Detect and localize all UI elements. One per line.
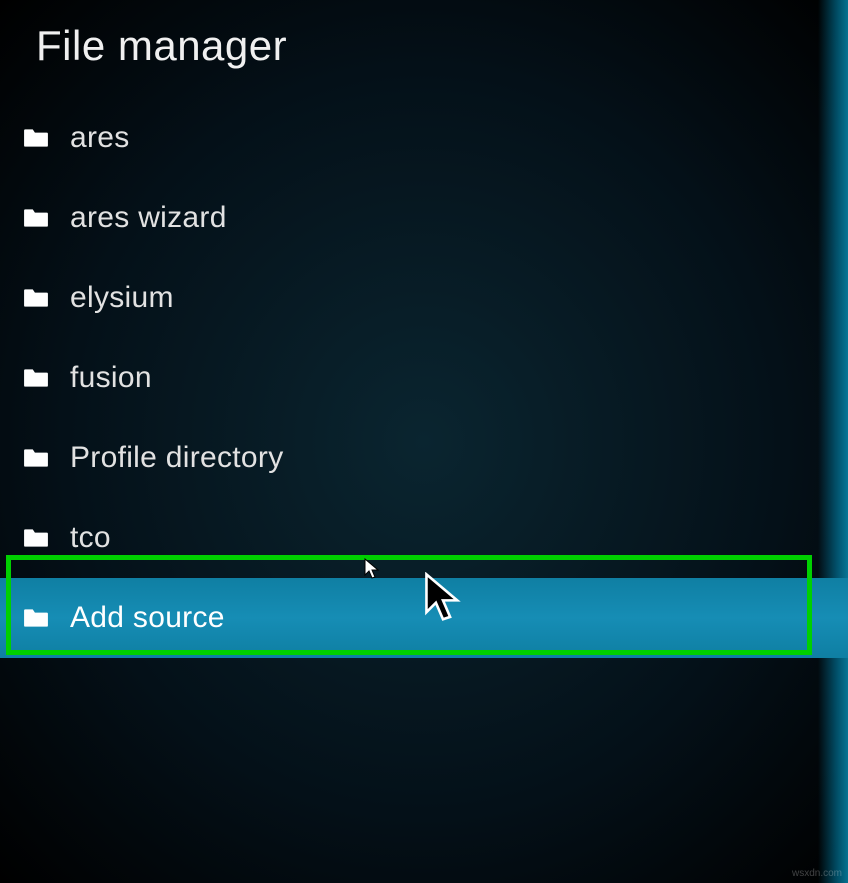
- list-item-tco[interactable]: tco: [0, 498, 848, 578]
- list-item-ares-wizard[interactable]: ares wizard: [0, 178, 848, 258]
- folder-icon: [22, 204, 50, 232]
- file-list: ares ares wizard elysium fusion Profile …: [0, 98, 848, 658]
- list-item-label: ares wizard: [70, 201, 227, 235]
- list-item-label: fusion: [70, 361, 152, 395]
- list-item-elysium[interactable]: elysium: [0, 258, 848, 338]
- watermark: wsxdn.com: [792, 868, 842, 879]
- list-item-label: ares: [70, 121, 130, 155]
- list-item-label: elysium: [70, 281, 174, 315]
- page-title: File manager: [0, 0, 848, 98]
- list-item-label: Add source: [70, 601, 225, 635]
- list-item-label: tco: [70, 521, 111, 555]
- folder-icon: [22, 524, 50, 552]
- list-item-add-source[interactable]: Add source: [0, 578, 848, 658]
- folder-icon: [22, 284, 50, 312]
- folder-icon: [22, 364, 50, 392]
- folder-icon: [22, 604, 50, 632]
- list-item-profile-directory[interactable]: Profile directory: [0, 418, 848, 498]
- folder-icon: [22, 444, 50, 472]
- folder-icon: [22, 124, 50, 152]
- list-item-fusion[interactable]: fusion: [0, 338, 848, 418]
- list-item-ares[interactable]: ares: [0, 98, 848, 178]
- list-item-label: Profile directory: [70, 441, 284, 475]
